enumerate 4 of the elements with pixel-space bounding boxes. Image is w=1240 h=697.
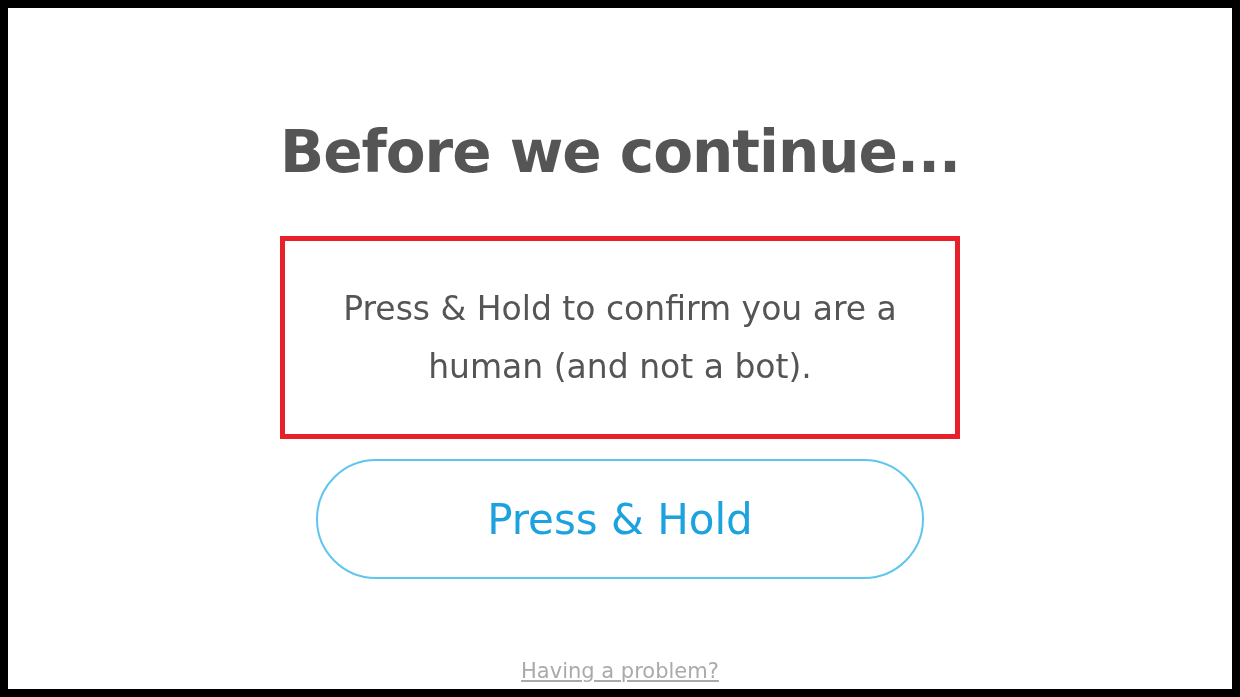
press-and-hold-button[interactable]: Press & Hold	[316, 459, 924, 579]
page-title: Before we continue...	[280, 118, 960, 186]
help-link[interactable]: Having a problem?	[521, 659, 719, 683]
instruction-text: Press & Hold to confirm you are a human (and not a bot).	[342, 287, 898, 388]
